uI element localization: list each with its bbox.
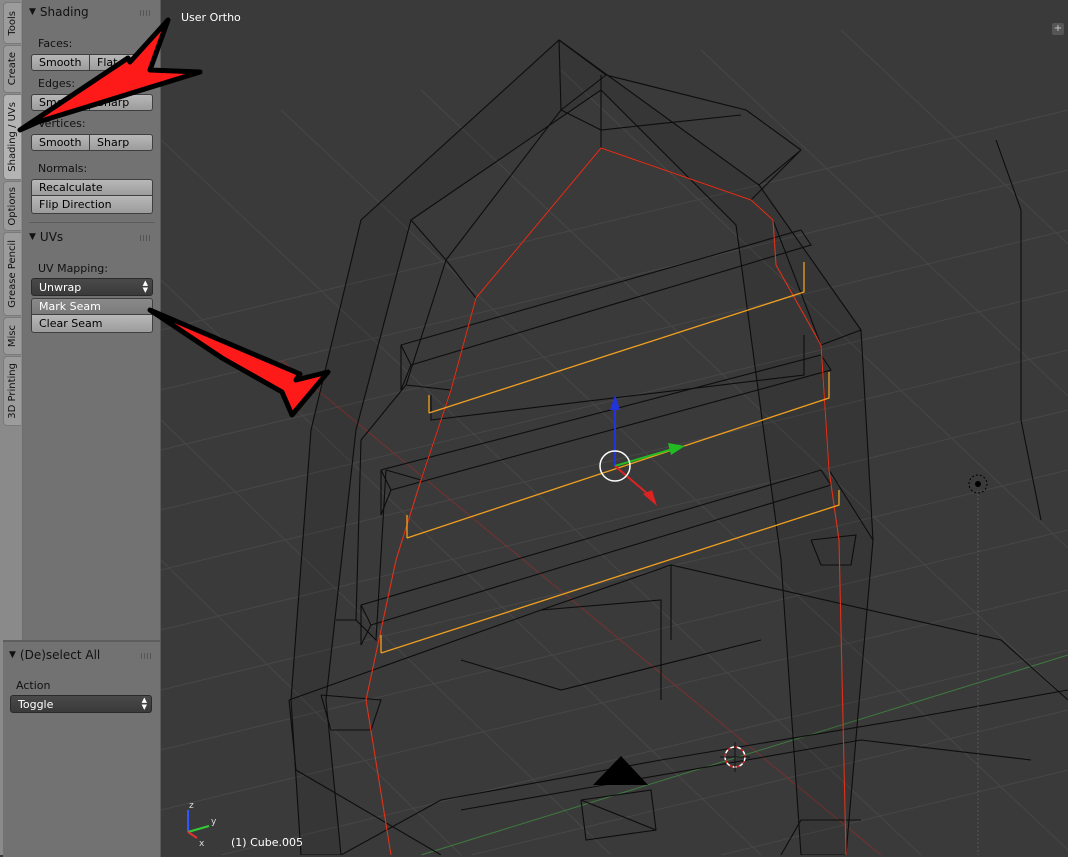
tab-grease-pencil[interactable]: Grease Pencil xyxy=(3,232,21,316)
edges-smooth-button[interactable]: Smooth xyxy=(31,94,90,111)
tab-label: Options xyxy=(7,186,18,226)
view-name-label: User Ortho xyxy=(181,11,241,24)
drag-grip-icon[interactable] xyxy=(140,10,152,16)
tab-options[interactable]: Options xyxy=(3,181,21,231)
panel-divider xyxy=(29,222,155,223)
drag-grip-icon[interactable] xyxy=(140,235,152,241)
3d-viewport[interactable]: z y x User Ortho (1) Cube.005 + xyxy=(161,0,1068,855)
dropdown-value: Toggle xyxy=(18,697,54,711)
uvs-panel-header[interactable]: ▼ UVs xyxy=(29,228,63,246)
drag-grip-icon[interactable] xyxy=(141,653,153,659)
operator-redo-panel: ▼ (De)select All Action Toggle ▲ ▼ xyxy=(3,640,161,857)
viewport-scene: z y x xyxy=(161,29,1068,855)
svg-text:z: z xyxy=(189,801,194,811)
shading-panel-header[interactable]: ▼ Shading xyxy=(29,3,89,21)
svg-text:y: y xyxy=(211,817,217,827)
svg-text:x: x xyxy=(199,839,205,849)
axis-gizmo-icon: z y x xyxy=(187,801,217,849)
panel-title: Shading xyxy=(39,5,89,19)
object-info-label: (1) Cube.005 xyxy=(231,836,303,849)
tab-shading-uvs[interactable]: Shading / UVs xyxy=(3,94,21,180)
collapse-triangle-icon: ▼ xyxy=(29,232,36,242)
dropdown-arrows-icon: ▲ ▼ xyxy=(142,279,148,294)
tab-3d-printing[interactable]: 3D Printing xyxy=(3,356,21,426)
vertices-label: Vertices: xyxy=(38,117,86,130)
tab-label: Create xyxy=(7,52,18,86)
lamp-icon[interactable] xyxy=(968,474,988,855)
tab-tools[interactable]: Tools xyxy=(3,2,21,44)
tab-label: Misc xyxy=(7,324,18,348)
tab-label: 3D Printing xyxy=(7,363,18,419)
action-dropdown[interactable]: Toggle ▲ ▼ xyxy=(10,695,152,713)
action-label: Action xyxy=(16,679,51,692)
collapse-triangle-icon: ▼ xyxy=(9,650,16,660)
tab-label: Grease Pencil xyxy=(7,240,18,308)
edges-label: Edges: xyxy=(38,77,76,90)
recalculate-normals-button[interactable]: Recalculate xyxy=(31,179,153,196)
properties-toggle-icon[interactable]: + xyxy=(1052,23,1064,35)
mark-seam-button[interactable]: Mark Seam xyxy=(31,298,153,315)
tab-create[interactable]: Create xyxy=(3,45,21,93)
clear-seam-button[interactable]: Clear Seam xyxy=(31,315,153,333)
edges-sharp-button[interactable]: Sharp xyxy=(90,94,153,111)
dropdown-value: Unwrap xyxy=(39,280,82,294)
collapse-triangle-icon: ▼ xyxy=(29,7,36,17)
faces-flat-button[interactable]: Flat xyxy=(90,54,153,71)
dropdown-arrows-icon: ▲ ▼ xyxy=(141,696,147,711)
tab-label: Shading / UVs xyxy=(7,102,18,172)
normals-label: Normals: xyxy=(38,162,88,175)
tool-shelf: ▼ Shading Faces: Smooth Flat Edges: Smoo… xyxy=(23,0,161,640)
faces-label: Faces: xyxy=(38,37,73,50)
vertices-sharp-button[interactable]: Sharp xyxy=(90,134,153,151)
3d-cursor-icon[interactable] xyxy=(720,742,750,772)
panel-title: (De)select All xyxy=(19,648,101,662)
operator-panel-header[interactable]: ▼ (De)select All xyxy=(9,646,100,664)
tab-label: Tools xyxy=(7,10,18,36)
uv-mapping-dropdown[interactable]: Unwrap ▲ ▼ xyxy=(31,278,153,296)
tab-misc[interactable]: Misc xyxy=(3,317,21,355)
faces-smooth-button[interactable]: Smooth xyxy=(31,54,90,71)
uv-mapping-label: UV Mapping: xyxy=(38,262,108,275)
flip-direction-button[interactable]: Flip Direction xyxy=(31,196,153,214)
panel-title: UVs xyxy=(39,230,64,244)
vertices-smooth-button[interactable]: Smooth xyxy=(31,134,90,151)
